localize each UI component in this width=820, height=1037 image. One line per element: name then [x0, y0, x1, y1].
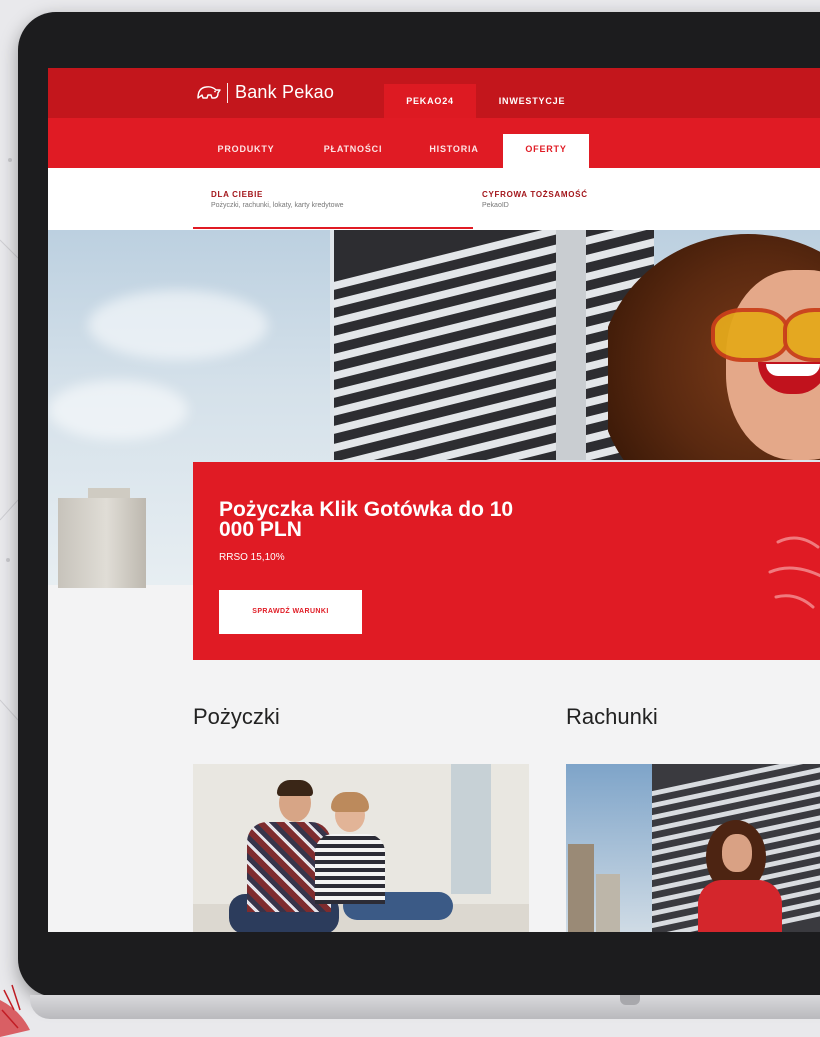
- secondary-nav: PRODUKTY PŁATNOŚCI HISTORIA OFERTY: [48, 118, 820, 168]
- tab-inwestycje[interactable]: INWESTYCJE: [482, 84, 582, 118]
- hero-woman-photo: [608, 230, 820, 460]
- laptop-screen: Bank Pekao PEKAO24 INWESTYCJE PRODUKTY P…: [48, 68, 820, 932]
- tab-pekao24[interactable]: PEKAO24: [384, 84, 476, 118]
- offers-menu: DLA CIEBIE Pożyczki, rachunki, lokaty, k…: [48, 168, 820, 230]
- offer-title: CYFROWA TOŻSAMOŚĆ: [482, 190, 588, 199]
- accounts-card-image[interactable]: [566, 764, 820, 932]
- offer-title: DLA CIEBIE: [211, 190, 264, 199]
- top-bar: Bank Pekao PEKAO24 INWESTYCJE: [48, 68, 820, 118]
- background-tower: [58, 498, 146, 588]
- loans-card-image[interactable]: [193, 764, 529, 932]
- laptop-hinge-notch: [620, 995, 640, 1005]
- laptop-base: [30, 995, 820, 1019]
- offer-cyfrowa-tozsamosc[interactable]: CYFROWA TOŻSAMOŚĆ PekaoID: [482, 190, 588, 209]
- tab-oferty[interactable]: OFERTY: [503, 134, 589, 168]
- logo-separator: [227, 82, 228, 103]
- promo-card: Pożyczka Klik Gotówka do 10 000 PLN RRSO…: [193, 462, 820, 660]
- promo-decoration-icon: [768, 536, 820, 609]
- promo-rrso: RRSO 15,10%: [219, 552, 285, 563]
- offer-dla-ciebie[interactable]: DLA CIEBIE Pożyczki, rachunki, lokaty, k…: [211, 190, 344, 209]
- active-offer-indicator: [193, 227, 473, 229]
- section-title-rachunki: Rachunki: [566, 704, 658, 729]
- offer-subtitle: Pożyczki, rachunki, lokaty, karty kredyt…: [211, 202, 344, 209]
- section-title-pozyczki: Pożyczki: [193, 704, 280, 729]
- promo-title: Pożyczka Klik Gotówka do 10 000 PLN: [219, 498, 514, 541]
- hero-banner: Pożyczka Klik Gotówka do 10 000 PLN RRSO…: [48, 230, 820, 660]
- tab-historia[interactable]: HISTORIA: [408, 134, 500, 168]
- bank-logo[interactable]: Bank Pekao: [196, 82, 334, 103]
- tab-platnosci[interactable]: PŁATNOŚCI: [308, 134, 398, 168]
- bank-name: Bank Pekao: [235, 82, 335, 102]
- building-image: [334, 230, 654, 460]
- check-terms-button[interactable]: SPRAWDŹ WARUNKI: [219, 590, 362, 634]
- offer-subtitle: PekaoID: [482, 202, 509, 209]
- tab-produkty[interactable]: PRODUKTY: [196, 134, 296, 168]
- bank-logo-icon: [196, 84, 222, 102]
